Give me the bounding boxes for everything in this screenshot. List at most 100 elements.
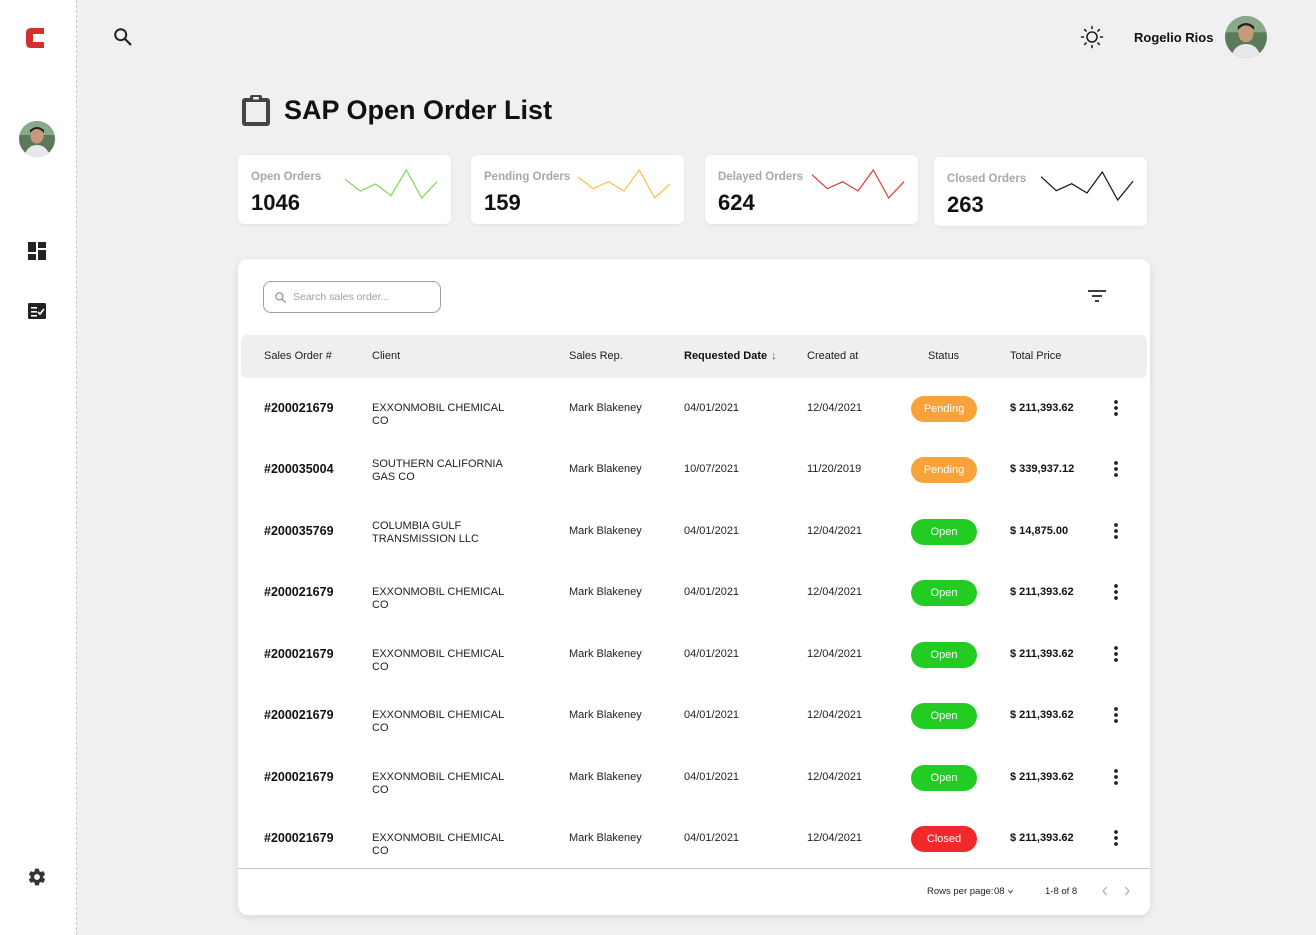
total-price: $ 14,875.00 bbox=[1010, 525, 1069, 537]
table-row[interactable]: #200021679 EXXONMOBIL CHEMICAL CO Mark B… bbox=[238, 747, 1150, 808]
created-date: 12/04/2021 bbox=[807, 586, 863, 598]
sales-rep: Mark Blakeney bbox=[569, 771, 642, 783]
sales-rep: Mark Blakeney bbox=[569, 832, 642, 844]
requested-date: 04/01/2021 bbox=[684, 586, 740, 598]
total-price: $ 339,937.12 bbox=[1010, 463, 1075, 475]
requested-date: 04/01/2021 bbox=[684, 648, 740, 660]
column-header-status[interactable]: Status bbox=[928, 350, 959, 362]
total-price: $ 211,393.62 bbox=[1010, 648, 1074, 660]
checklist-icon[interactable] bbox=[27, 301, 47, 321]
user-avatar[interactable] bbox=[1225, 16, 1267, 58]
requested-date: 10/07/2021 bbox=[684, 463, 740, 475]
order-number[interactable]: #200021679 bbox=[264, 770, 334, 784]
more-vertical-icon[interactable] bbox=[1111, 705, 1121, 725]
sparkline bbox=[811, 168, 905, 200]
order-number[interactable]: #200021679 bbox=[264, 401, 334, 415]
column-header-client[interactable]: Client bbox=[372, 350, 400, 362]
sun-icon[interactable] bbox=[1080, 25, 1104, 49]
stat-label: Closed Orders bbox=[947, 173, 1027, 185]
client-name: COLUMBIA GULF TRANSMISSION LLC bbox=[372, 520, 479, 545]
search-icon[interactable] bbox=[112, 26, 134, 48]
client-name: EXXONMOBIL CHEMICAL CO bbox=[372, 832, 504, 857]
total-price: $ 211,393.62 bbox=[1010, 709, 1074, 721]
more-vertical-icon[interactable] bbox=[1111, 582, 1121, 602]
footer-divider bbox=[238, 868, 1150, 869]
user-name[interactable]: Rogelio Rios bbox=[1134, 30, 1213, 45]
sparkline-path bbox=[1040, 170, 1134, 202]
status-badge: Open bbox=[911, 703, 977, 729]
total-price: $ 211,393.62 bbox=[1010, 402, 1074, 414]
search-field[interactable] bbox=[263, 281, 441, 313]
client-name: EXXONMOBIL CHEMICAL CO bbox=[372, 648, 504, 673]
table-row[interactable]: #200021679 EXXONMOBIL CHEMICAL CO Mark B… bbox=[238, 685, 1150, 746]
order-number[interactable]: #200035004 bbox=[264, 462, 334, 476]
rows-per-page-label: Rows per page: bbox=[927, 886, 994, 897]
client-name: EXXONMOBIL CHEMICAL CO bbox=[372, 586, 504, 611]
gear-icon[interactable] bbox=[27, 867, 47, 887]
table-row[interactable]: #200035004 SOUTHERN CALIFORNIA GAS CO Ma… bbox=[238, 439, 1150, 500]
client-name: EXXONMOBIL CHEMICAL CO bbox=[372, 402, 504, 427]
table-row[interactable]: #200035769 COLUMBIA GULF TRANSMISSION LL… bbox=[238, 501, 1150, 562]
created-date: 12/04/2021 bbox=[807, 832, 863, 844]
chevron-left-icon[interactable] bbox=[1098, 884, 1112, 898]
stat-card-closed: Closed Orders 263 bbox=[934, 157, 1147, 226]
sales-rep: Mark Blakeney bbox=[569, 402, 642, 414]
more-vertical-icon[interactable] bbox=[1111, 398, 1121, 418]
table-row[interactable]: #200021679 EXXONMOBIL CHEMICAL CO Mark B… bbox=[238, 624, 1150, 685]
client-name: EXXONMOBIL CHEMICAL CO bbox=[372, 771, 504, 796]
column-header-order[interactable]: Sales Order # bbox=[264, 350, 332, 362]
search-icon bbox=[275, 291, 286, 303]
dashboard-icon[interactable] bbox=[27, 241, 47, 261]
status-badge: Open bbox=[911, 519, 977, 545]
sparkline bbox=[344, 168, 438, 200]
sidebar-avatar[interactable] bbox=[19, 121, 55, 157]
order-number[interactable]: #200035769 bbox=[264, 524, 334, 538]
created-date: 12/04/2021 bbox=[807, 648, 863, 660]
page-header: SAP Open Order List bbox=[240, 92, 552, 128]
more-vertical-icon[interactable] bbox=[1111, 767, 1121, 787]
status-badge: Open bbox=[911, 642, 977, 668]
search-input[interactable] bbox=[293, 291, 433, 303]
total-price: $ 211,393.62 bbox=[1010, 832, 1074, 844]
rows-per-page-value: 08 bbox=[994, 886, 1005, 897]
column-header-created[interactable]: Created at bbox=[807, 350, 858, 362]
app-logo[interactable] bbox=[22, 24, 50, 52]
status-badge: Closed bbox=[911, 826, 977, 852]
table-header: Sales Order # Client Sales Rep. Requeste… bbox=[241, 335, 1147, 378]
sparkline-path bbox=[344, 168, 438, 200]
table-row[interactable]: #200021679 EXXONMOBIL CHEMICAL CO Mark B… bbox=[238, 378, 1150, 439]
rows-per-page-select[interactable]: 08 bbox=[994, 886, 1014, 897]
order-number[interactable]: #200021679 bbox=[264, 585, 334, 599]
more-vertical-icon[interactable] bbox=[1111, 459, 1121, 479]
order-number[interactable]: #200021679 bbox=[264, 831, 334, 845]
chevron-right-icon[interactable] bbox=[1120, 884, 1134, 898]
filter-icon[interactable] bbox=[1086, 286, 1108, 306]
order-number[interactable]: #200021679 bbox=[264, 708, 334, 722]
more-vertical-icon[interactable] bbox=[1111, 644, 1121, 664]
status-badge: Open bbox=[911, 580, 977, 606]
more-vertical-icon[interactable] bbox=[1111, 828, 1121, 848]
stat-label: Delayed Orders bbox=[718, 171, 804, 183]
sidebar bbox=[0, 0, 77, 935]
column-header-rep[interactable]: Sales Rep. bbox=[569, 350, 623, 362]
stat-value: 263 bbox=[947, 192, 984, 217]
requested-date: 04/01/2021 bbox=[684, 525, 740, 537]
sales-rep: Mark Blakeney bbox=[569, 525, 642, 537]
column-header-price[interactable]: Total Price bbox=[1010, 350, 1061, 362]
page-title: SAP Open Order List bbox=[284, 94, 553, 125]
created-date: 11/20/2019 bbox=[807, 463, 862, 475]
requested-date: 04/01/2021 bbox=[684, 771, 740, 783]
column-header-requested-label: Requested Date bbox=[684, 350, 768, 362]
more-vertical-icon[interactable] bbox=[1111, 521, 1121, 541]
table-row[interactable]: #200021679 EXXONMOBIL CHEMICAL CO Mark B… bbox=[238, 562, 1150, 623]
status-badge: Pending bbox=[911, 396, 977, 422]
sales-rep: Mark Blakeney bbox=[569, 709, 642, 721]
sparkline-path bbox=[577, 168, 671, 199]
table-row[interactable]: #200021679 EXXONMOBIL CHEMICAL CO Mark B… bbox=[238, 808, 1150, 869]
stat-label: Open Orders bbox=[251, 171, 322, 183]
orders-panel: Sales Order # Client Sales Rep. Requeste… bbox=[238, 259, 1150, 915]
status-badge: Open bbox=[911, 765, 977, 791]
column-header-requested[interactable]: Requested Date ↓ bbox=[684, 350, 777, 362]
sort-arrow-icon: ↓ bbox=[771, 350, 777, 362]
order-number[interactable]: #200021679 bbox=[264, 647, 334, 661]
